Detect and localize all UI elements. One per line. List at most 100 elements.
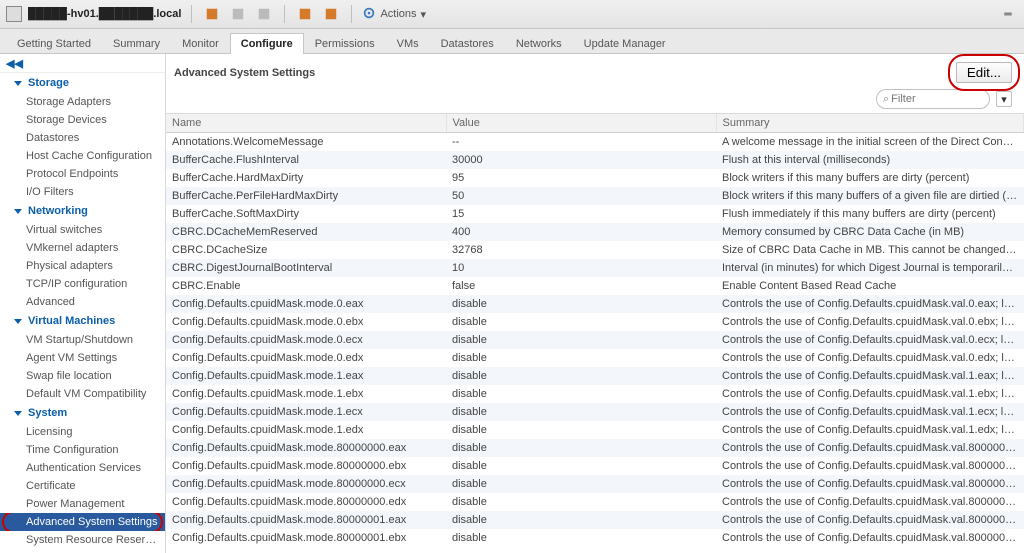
table-row[interactable]: CBRC.DigestJournalBootInterval10Interval… [166,259,1024,277]
sidebar-item-default-vm-compatibility[interactable]: Default VM Compatibility [0,385,165,403]
sidebar-item-vmkernel-adapters[interactable]: VMkernel adapters [0,239,165,257]
cell-value: disable [446,295,716,313]
table-row[interactable]: BufferCache.SoftMaxDirty15Flush immediat… [166,205,1024,223]
sidebar-item-swap-file-location[interactable]: Swap file location [0,367,165,385]
tab-datastores[interactable]: Datastores [430,33,505,54]
sidebar-item-vm-startup-shutdown[interactable]: VM Startup/Shutdown [0,331,165,349]
table-row[interactable]: Config.Defaults.cpuidMask.mode.80000000.… [166,475,1024,493]
cell-name: CBRC.Enable [166,277,446,295]
sidebar-item-virtual-switches[interactable]: Virtual switches [0,221,165,239]
settings-grid[interactable]: Name Value Summary Annotations.WelcomeMe… [166,113,1024,553]
sidebar-item-time-configuration[interactable]: Time Configuration [0,441,165,459]
table-row[interactable]: Annotations.WelcomeMessage--A welcome me… [166,133,1024,152]
sidebar-item-agent-vm-settings[interactable]: Agent VM Settings [0,349,165,367]
sidebar-item-tcp-ip-configuration[interactable]: TCP/IP configuration [0,275,165,293]
sidebar-item-advanced-system-settings[interactable]: Advanced System Settings [0,513,165,531]
filter-input[interactable] [889,92,963,106]
table-row[interactable]: Config.Defaults.cpuidMask.mode.1.ebxdisa… [166,385,1024,403]
cell-value: disable [446,349,716,367]
cell-value: disable [446,385,716,403]
sidebar-category-storage[interactable]: Storage [0,73,165,93]
edit-button[interactable]: Edit... [956,62,1012,83]
table-row[interactable]: Config.Defaults.cpuidMask.mode.1.eaxdisa… [166,367,1024,385]
filter-options-button[interactable]: ▾ [996,91,1012,107]
tab-update-manager[interactable]: Update Manager [573,33,677,54]
tab-configure[interactable]: Configure [230,33,304,54]
sidebar-item-power-management[interactable]: Power Management [0,495,165,513]
table-row[interactable]: BufferCache.HardMaxDirty95Block writers … [166,169,1024,187]
table-row[interactable]: CBRC.EnablefalseEnable Content Based Rea… [166,277,1024,295]
toolbar-action-5[interactable] [321,4,341,24]
sidebar-item-physical-adapters[interactable]: Physical adapters [0,257,165,275]
sidebar-category-networking[interactable]: Networking [0,201,165,221]
column-header-value[interactable]: Value [446,114,716,133]
chevron-down-icon [14,209,22,214]
table-row[interactable]: Config.Defaults.cpuidMask.mode.0.ebxdisa… [166,313,1024,331]
cell-name: Config.Defaults.cpuidMask.mode.80000000.… [166,439,446,457]
cell-value: 15 [446,205,716,223]
table-row[interactable]: Config.Defaults.cpuidMask.mode.80000000.… [166,439,1024,457]
toolbar-action-4[interactable] [295,4,315,24]
sidebar-item-i-o-filters[interactable]: I/O Filters [0,183,165,201]
sidebar-item-protocol-endpoints[interactable]: Protocol Endpoints [0,165,165,183]
column-header-summary[interactable]: Summary [716,114,1024,133]
cell-name: CBRC.DigestJournalBootInterval [166,259,446,277]
table-row[interactable]: Config.Defaults.cpuidMask.mode.0.ecxdisa… [166,331,1024,349]
sidebar-item-host-cache-configuration[interactable]: Host Cache Configuration [0,147,165,165]
actions-menu[interactable]: Actions ▾ [362,6,426,23]
column-header-name[interactable]: Name [166,114,446,133]
cell-name: BufferCache.PerFileHardMaxDirty [166,187,446,205]
cell-value: disable [446,493,716,511]
toolbar-action-3[interactable] [254,4,274,24]
tab-permissions[interactable]: Permissions [304,33,386,54]
cell-summary: Controls the use of Config.Defaults.cpui… [716,331,1024,349]
cell-name: Config.Defaults.cpuidMask.mode.1.ebx [166,385,446,403]
cell-summary: Interval (in minutes) for which Digest J… [716,259,1024,277]
sidebar-item-security-profile[interactable]: Security Profile [0,549,165,553]
sidebar-item-system-resource-reservation[interactable]: System Resource Reservation [0,531,165,549]
table-row[interactable]: Config.Defaults.cpuidMask.mode.80000000.… [166,457,1024,475]
cell-summary: Controls the use of Config.Defaults.cpui… [716,493,1024,511]
tab-vms[interactable]: VMs [386,33,430,54]
cell-summary: Controls the use of Config.Defaults.cpui… [716,475,1024,493]
cell-summary: Flush immediately if this many buffers a… [716,205,1024,223]
table-row[interactable]: Config.Defaults.cpuidMask.mode.1.edxdisa… [166,421,1024,439]
sidebar-item-advanced[interactable]: Advanced [0,293,165,311]
actions-label: Actions [380,8,416,20]
toolbar-separator [351,5,352,23]
cell-summary: Controls the use of Config.Defaults.cpui… [716,439,1024,457]
sidebar-collapse[interactable]: ◀◀ [0,54,165,73]
table-row[interactable]: Config.Defaults.cpuidMask.mode.0.edxdisa… [166,349,1024,367]
cell-value: 50 [446,187,716,205]
sidebar-item-storage-adapters[interactable]: Storage Adapters [0,93,165,111]
tab-getting-started[interactable]: Getting Started [6,33,102,54]
table-row[interactable]: Config.Defaults.cpuidMask.mode.0.eaxdisa… [166,295,1024,313]
sidebar-item-certificate[interactable]: Certificate [0,477,165,495]
table-row[interactable]: BufferCache.PerFileHardMaxDirty50Block w… [166,187,1024,205]
tab-summary[interactable]: Summary [102,33,171,54]
tab-monitor[interactable]: Monitor [171,33,230,54]
table-row[interactable]: Config.Defaults.cpuidMask.mode.80000001.… [166,511,1024,529]
tab-networks[interactable]: Networks [505,33,573,54]
cell-value: disable [446,421,716,439]
toolbar-separator [191,5,192,23]
sidebar-item-licensing[interactable]: Licensing [0,423,165,441]
host-icon [6,6,22,22]
sidebar-item-datastores[interactable]: Datastores [0,129,165,147]
table-row[interactable]: Config.Defaults.cpuidMask.mode.80000000.… [166,493,1024,511]
table-row[interactable]: CBRC.DCacheMemReserved400Memory consumed… [166,223,1024,241]
table-row[interactable]: Config.Defaults.cpuidMask.mode.80000001.… [166,529,1024,547]
filter-input-wrap[interactable]: ⌕ [876,89,990,109]
toolbar-action-1[interactable] [202,4,222,24]
sidebar-category-system[interactable]: System [0,403,165,423]
pin-button[interactable] [998,4,1018,24]
config-sidebar: ◀◀ StorageStorage AdaptersStorage Device… [0,54,166,553]
sidebar-category-virtual-machines[interactable]: Virtual Machines [0,311,165,331]
sidebar-item-authentication-services[interactable]: Authentication Services [0,459,165,477]
sidebar-item-storage-devices[interactable]: Storage Devices [0,111,165,129]
cell-value: 400 [446,223,716,241]
table-row[interactable]: CBRC.DCacheSize32768Size of CBRC Data Ca… [166,241,1024,259]
table-row[interactable]: Config.Defaults.cpuidMask.mode.1.ecxdisa… [166,403,1024,421]
table-row[interactable]: BufferCache.FlushInterval30000Flush at t… [166,151,1024,169]
toolbar-action-2[interactable] [228,4,248,24]
